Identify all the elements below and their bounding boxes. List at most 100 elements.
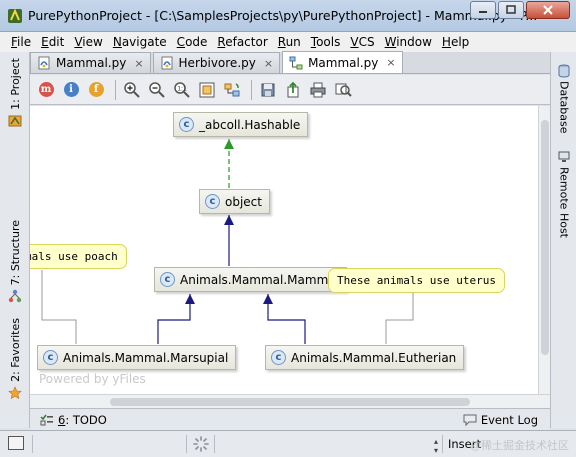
- menu-item[interactable]: Navigate: [108, 35, 172, 49]
- menu-mnemonic: H: [441, 35, 451, 49]
- tool-tab-database[interactable]: Database: [551, 64, 576, 134]
- editor-tab[interactable]: Mammal.py ×: [30, 52, 151, 73]
- menu-label: indow: [396, 35, 432, 49]
- horizontal-scrollbar[interactable]: [30, 394, 550, 408]
- toolbar-separator: [115, 79, 116, 100]
- editor-tab-label: Herbivore.py: [178, 56, 256, 70]
- menu-mnemonic: E: [41, 35, 49, 49]
- status-separator: [186, 435, 187, 453]
- class-node-label: Animals.Mammal.Mammal: [180, 272, 339, 287]
- horizontal-scroll-thumb[interactable]: [110, 398, 470, 406]
- event-log-icon: [463, 414, 477, 426]
- class-icon: c: [205, 194, 220, 209]
- edge-note-uterus: [385, 293, 414, 344]
- fields-icon: f: [88, 82, 104, 97]
- class-node-marsupial[interactable]: c Animals.Mammal.Marsupial: [37, 345, 237, 370]
- menu-item[interactable]: Help: [437, 35, 474, 49]
- class-node-label: object: [225, 194, 262, 209]
- menu-item[interactable]: Run: [273, 35, 306, 49]
- actual-size-button[interactable]: 1:1: [171, 79, 193, 101]
- close-tab-icon[interactable]: ×: [386, 56, 395, 69]
- close-tab-icon[interactable]: ×: [264, 57, 273, 70]
- menu-item[interactable]: Code: [172, 35, 213, 49]
- vertical-scrollbar[interactable]: [538, 106, 550, 394]
- event-log-label: Event Log: [480, 413, 538, 427]
- menu-label: un: [285, 35, 301, 49]
- class-node-mammal[interactable]: c Animals.Mammal.Mammal: [154, 267, 347, 292]
- class-icon: c: [271, 350, 286, 365]
- todo-label: : TODO: [65, 413, 107, 427]
- menu-label: dit: [48, 35, 65, 49]
- note-poach[interactable]: mals use poach: [30, 244, 127, 269]
- structure-icon: [8, 290, 22, 303]
- menu-item[interactable]: Edit: [36, 35, 69, 49]
- class-node-hashable[interactable]: c _abcoll.Hashable: [173, 112, 309, 137]
- vertical-scroll-thumb[interactable]: [541, 120, 549, 355]
- remote-host-tab-label: Remote Host: [557, 167, 571, 238]
- class-node-label: Animals.Mammal.Eutherian: [291, 350, 457, 365]
- zoom-in-button[interactable]: [121, 79, 143, 101]
- close-window-button[interactable]: [526, 1, 570, 19]
- tool-tab-project[interactable]: 1: Project: [0, 58, 30, 128]
- diagram-settings-button[interactable]: [332, 79, 354, 101]
- minimize-button[interactable]: [470, 1, 496, 19]
- toggle-tool-windows-icon[interactable]: [8, 436, 24, 450]
- menu-label: ode: [185, 35, 208, 49]
- class-icon: c: [179, 117, 194, 132]
- svg-text:1:1: 1:1: [177, 85, 187, 92]
- database-tab-label: Database: [557, 81, 571, 134]
- fit-content-button[interactable]: [196, 79, 218, 101]
- right-tool-strip: Database Remote Host: [550, 52, 576, 428]
- tool-tab-favorites[interactable]: 2: Favorites: [0, 318, 30, 400]
- menu-item[interactable]: VCS: [345, 35, 379, 49]
- export-button[interactable]: [282, 79, 304, 101]
- database-icon: [558, 64, 570, 78]
- menu-item[interactable]: Window: [380, 35, 437, 49]
- python-file-icon: [38, 56, 50, 70]
- status-separator: [442, 435, 443, 453]
- tool-tab-structure[interactable]: 7: Structure: [0, 220, 30, 303]
- event-log-button[interactable]: Event Log: [463, 413, 538, 427]
- apply-layout-button[interactable]: [221, 79, 243, 101]
- export-icon: [287, 81, 299, 97]
- fields-toggle-button[interactable]: f: [85, 79, 107, 101]
- close-tab-icon[interactable]: ×: [134, 57, 143, 70]
- menu-item[interactable]: View: [69, 35, 107, 49]
- note-text: mals use poach: [30, 250, 118, 263]
- close-icon: [543, 5, 553, 15]
- menu-item[interactable]: Tools: [306, 35, 346, 49]
- window-controls: [470, 1, 570, 19]
- python-file-icon: [161, 56, 173, 70]
- edge-note-poach: [41, 270, 77, 344]
- note-uterus[interactable]: These animals use uterus: [328, 268, 505, 293]
- tool-tab-remote-host[interactable]: Remote Host: [551, 150, 576, 238]
- class-node-label: _abcoll.Hashable: [199, 117, 301, 132]
- menu-label: avigate: [121, 35, 167, 49]
- menu-mnemonic: N: [112, 35, 122, 49]
- menu-item[interactable]: Refactor: [212, 35, 272, 49]
- print-button[interactable]: [307, 79, 329, 101]
- note-text: These animals use uterus: [337, 274, 496, 287]
- editor-tab[interactable]: Herbivore.py ×: [152, 52, 281, 73]
- maximize-button[interactable]: [498, 1, 524, 19]
- menu-mnemonic: V: [350, 35, 359, 49]
- menu-mnemonic: C: [176, 35, 186, 49]
- diagram-canvas[interactable]: c _abcoll.Hashable c object mals use poa…: [30, 106, 538, 394]
- status-separator: [214, 435, 215, 453]
- background-task-icon[interactable]: [193, 436, 209, 452]
- todo-tool-button[interactable]: 6 : TODO: [40, 413, 107, 427]
- class-icon: c: [160, 272, 175, 287]
- info-icon: i: [63, 82, 79, 97]
- menu-item[interactable]: File: [6, 35, 36, 49]
- save-diagram-button[interactable]: [257, 79, 279, 101]
- actual-size-icon: 1:1: [174, 81, 190, 98]
- diagram-file-icon: [289, 56, 303, 69]
- class-node-eutherian[interactable]: c Animals.Mammal.Eutherian: [265, 345, 465, 370]
- methods-toggle-button[interactable]: m: [35, 79, 57, 101]
- menu-bar: File Edit View Navigate Code Refactor Run Tools…: [0, 32, 576, 52]
- menu-label: elp: [450, 35, 470, 49]
- editor-tab[interactable]: Mammal.py ×: [282, 51, 403, 73]
- info-toggle-button[interactable]: i: [60, 79, 82, 101]
- class-node-object[interactable]: c object: [199, 189, 270, 214]
- zoom-out-button[interactable]: [146, 79, 168, 101]
